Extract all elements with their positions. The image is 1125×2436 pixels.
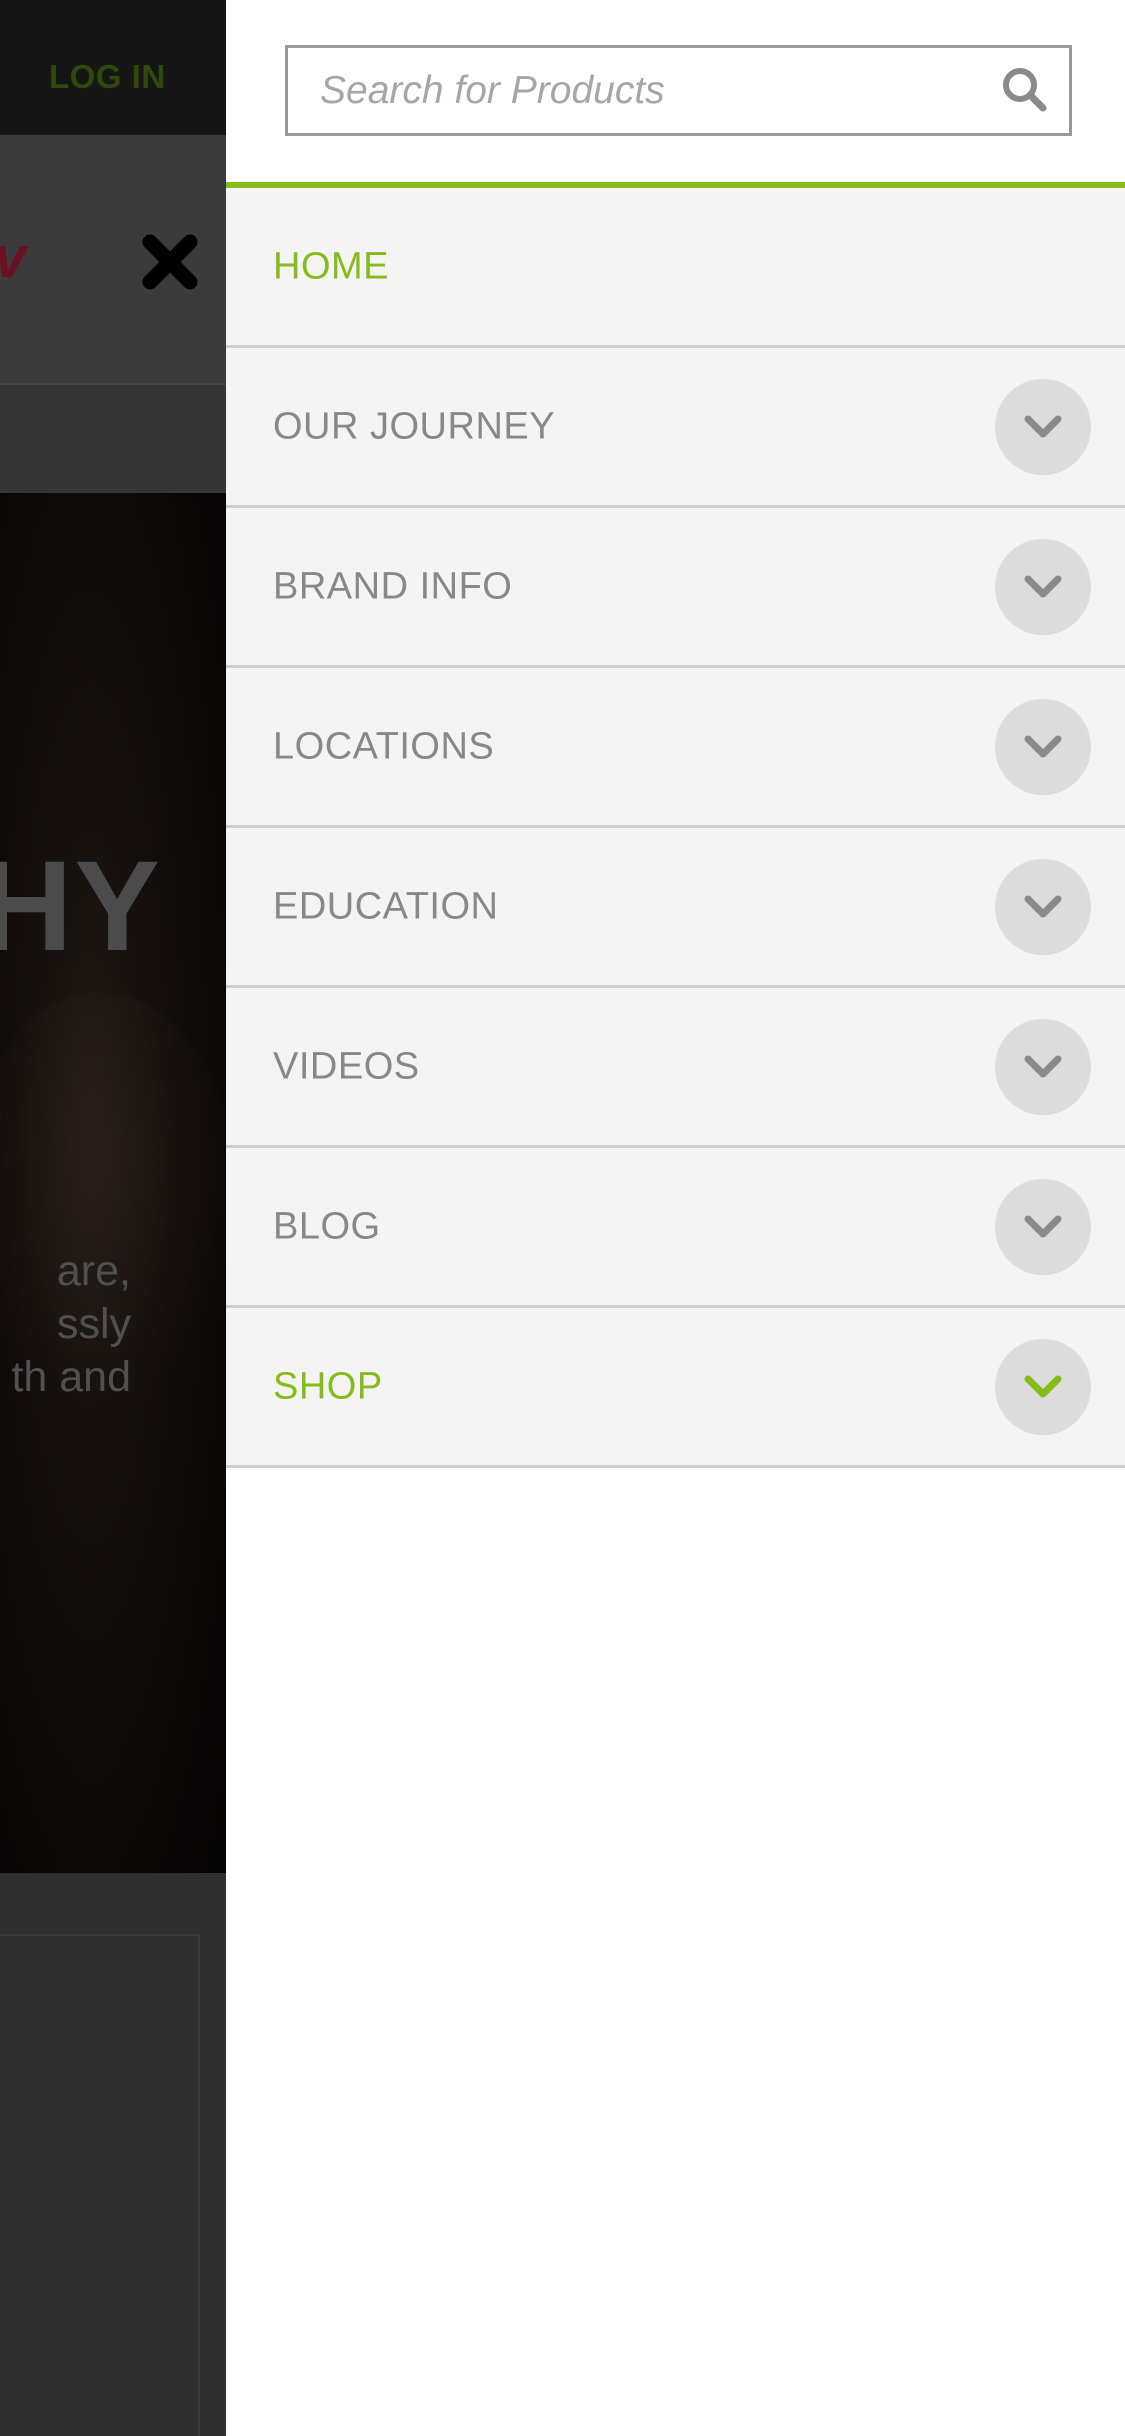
expand-button[interactable] [995,698,1091,795]
chevron-down-icon [1024,1215,1062,1237]
brand-logo-fragment: v [0,224,26,291]
search-bar [285,45,1072,136]
menu-item-education[interactable]: EDUCATION [226,828,1125,988]
expand-button[interactable] [995,1018,1091,1115]
background-nav-strip [0,385,226,493]
chevron-down-icon [1024,895,1062,917]
menu-item-our-journey[interactable]: OUR JOURNEY [226,348,1125,508]
menu-item-brand-info[interactable]: BRAND INFO [226,508,1125,668]
hero-title: HY [0,835,162,978]
chevron-down-icon [1024,575,1062,597]
menu-item-shop[interactable]: SHOP [226,1308,1125,1468]
expand-button[interactable] [995,538,1091,635]
background-top-bar: LOG IN [0,0,226,135]
expand-button[interactable] [995,1178,1091,1275]
hero-text: are, ssly th and [11,1247,131,1401]
search-input[interactable] [285,45,1072,136]
background-card [0,1934,200,2436]
menu-list: HOME OUR JOURNEY BRAND INFO LOCATIONS ED… [226,188,1125,1468]
menu-item-videos[interactable]: VIDEOS [226,988,1125,1148]
expand-button[interactable] [995,858,1091,955]
menu-item-label: BLOG [273,1205,381,1247]
chevron-down-icon [1024,1375,1062,1397]
chevron-down-icon [1024,415,1062,437]
expand-button[interactable] [995,378,1091,475]
expand-button[interactable] [995,1338,1091,1435]
menu-item-label: LOCATIONS [273,725,495,767]
menu-item-label: OUR JOURNEY [273,405,556,447]
menu-item-label: BRAND INFO [273,565,513,607]
menu-item-label: HOME [273,245,389,287]
navigation-drawer: HOME OUR JOURNEY BRAND INFO LOCATIONS ED… [226,0,1125,2436]
menu-item-locations[interactable]: LOCATIONS [226,668,1125,828]
hero-banner: HY are, ssly th and [0,493,226,1873]
menu-item-label: VIDEOS [273,1045,420,1087]
chevron-down-icon [1024,735,1062,757]
menu-item-blog[interactable]: BLOG [226,1148,1125,1308]
close-menu-button[interactable] [138,230,202,294]
menu-item-home[interactable]: HOME [226,188,1125,348]
chevron-down-icon [1024,1055,1062,1077]
menu-item-label: EDUCATION [273,885,499,927]
close-icon [142,234,198,290]
login-link[interactable]: LOG IN [49,58,166,96]
search-icon[interactable] [1000,65,1048,113]
menu-item-label: SHOP [273,1365,383,1407]
